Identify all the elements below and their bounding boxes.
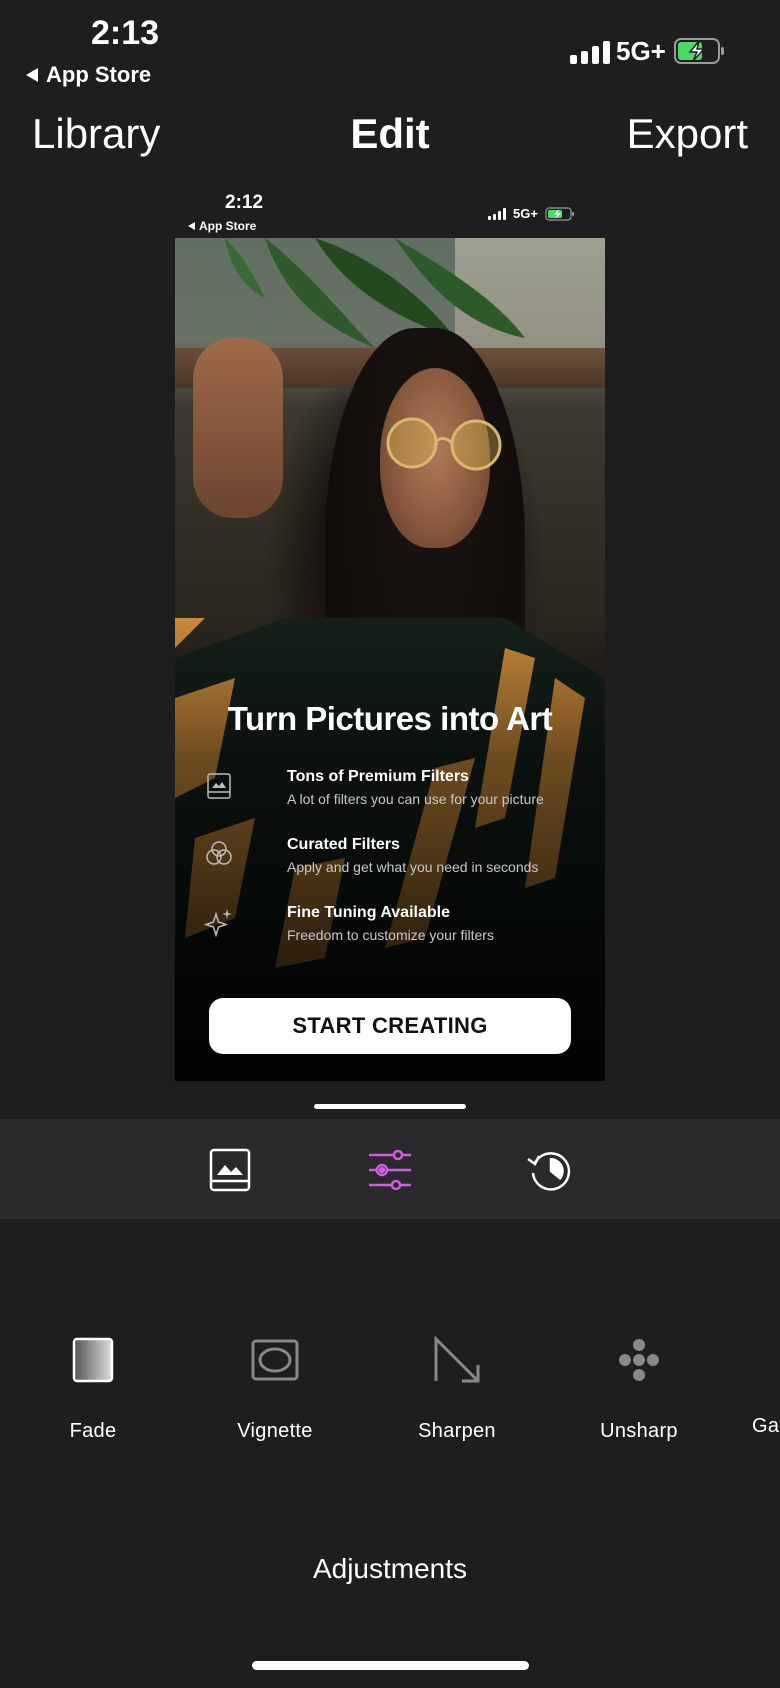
preview-status-time: 2:12: [225, 192, 264, 213]
preview-network-type: 5G+: [513, 206, 538, 221]
cellular-signal-icon: [570, 40, 610, 64]
sliders-icon[interactable]: [365, 1145, 415, 1195]
status-time: 2:13: [91, 14, 160, 52]
image-icon[interactable]: [205, 1145, 255, 1195]
feature-subtitle: Freedom to customize your filters: [287, 927, 494, 943]
photo-arm: [193, 338, 283, 518]
vignette-icon: [251, 1339, 299, 1381]
network-type: 5G+: [616, 36, 666, 66]
history-icon[interactable]: [525, 1145, 575, 1195]
adjustment-unsharp[interactable]: Unsharp: [579, 1335, 699, 1443]
preview-back-triangle-icon: [188, 222, 195, 230]
adjustment-fade[interactable]: Fade: [33, 1335, 153, 1443]
feature-subtitle: Apply and get what you need in seconds: [287, 859, 539, 875]
preview-status-bar: 2:12 App Store 5G+: [175, 192, 605, 238]
preview-signal-icon: [488, 208, 506, 220]
preview-battery-icon: [545, 207, 574, 221]
fade-gradient-icon: [72, 1337, 114, 1383]
sheet-drag-handle[interactable]: [314, 1104, 466, 1109]
preview-photo[interactable]: Turn Pictures into Art Tons of Premium F…: [175, 238, 605, 1081]
adjustment-label: Sharpen: [418, 1420, 496, 1442]
section-title: Adjustments: [312, 1553, 468, 1584]
onboarding-headline: Turn Pictures into Art: [227, 700, 553, 737]
feature-title: Curated Filters: [287, 836, 400, 853]
feature-item: Tons of Premium Filters A lot of filters…: [203, 768, 593, 824]
feature-title: Tons of Premium Filters: [287, 768, 469, 785]
adjustment-label: Fade: [69, 1420, 117, 1442]
back-triangle-icon: [26, 68, 38, 82]
adjustment-label: Unsharp: [600, 1420, 678, 1442]
start-creating-button[interactable]: START CREATING: [209, 998, 571, 1054]
image-frame-icon: [207, 773, 231, 799]
adjustment-vignette[interactable]: Vignette: [215, 1335, 335, 1443]
sparkle-icon: [203, 909, 232, 938]
tool-tab-bar: [0, 1119, 780, 1219]
back-app-label: App Store: [46, 62, 152, 87]
library-button[interactable]: Library: [32, 110, 160, 158]
export-button[interactable]: Export: [627, 110, 748, 158]
sharpen-arrow-icon: [434, 1335, 480, 1383]
feature-item: Fine Tuning Available Freedom to customi…: [203, 904, 593, 960]
adjustment-label: Ga: [752, 1415, 780, 1437]
preview-back-label: App Store: [199, 219, 257, 233]
adjustment-partial[interactable]: Ga: [752, 1335, 780, 1438]
battery-charging-icon: [674, 38, 724, 64]
feature-item: Curated Filters Apply and get what you n…: [203, 836, 593, 892]
adjustment-sharpen[interactable]: Sharpen: [397, 1335, 517, 1443]
adjustment-label: Vignette: [237, 1420, 313, 1442]
preview-back-app: App Store: [188, 219, 256, 233]
home-indicator[interactable]: [252, 1661, 529, 1670]
back-to-app-store-button[interactable]: App Store: [26, 62, 151, 88]
page-title: Edit: [350, 110, 430, 157]
unsharp-dots-icon: [619, 1339, 659, 1381]
photo-glasses: [386, 417, 502, 471]
feature-title: Fine Tuning Available: [287, 904, 450, 921]
overlapping-circles-icon: [206, 841, 232, 865]
feature-subtitle: A lot of filters you can use for your pi…: [287, 791, 544, 807]
